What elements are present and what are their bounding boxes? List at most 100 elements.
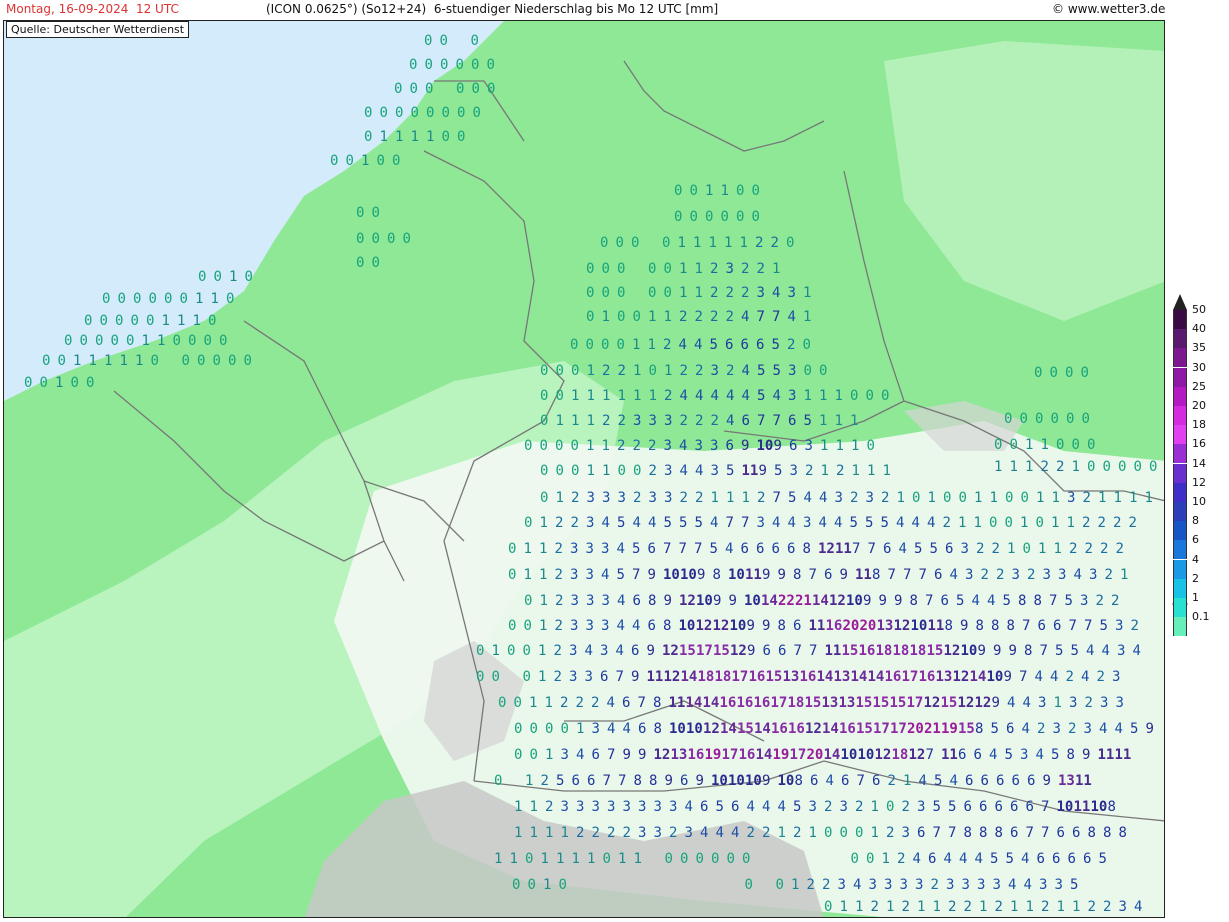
precip-value: 2 — [695, 490, 704, 506]
precip-value: 0 — [529, 721, 538, 737]
precip-value: 3 — [570, 593, 579, 609]
precip-value: 1 — [539, 541, 548, 557]
precip-value: 17 — [770, 695, 788, 711]
precip-value: 1 — [539, 593, 548, 609]
precip-value: 10 — [857, 747, 875, 763]
precip-value: 7 — [887, 567, 896, 583]
precip-value: 4 — [803, 490, 812, 506]
precip-value: 0 — [514, 721, 523, 737]
precip-value: 15 — [889, 695, 907, 711]
precip-value: 4 — [695, 388, 704, 404]
precip-value: 5 — [1005, 851, 1014, 867]
precip-value: 7 — [1041, 825, 1050, 841]
precip-value: 7 — [1022, 618, 1031, 634]
precip-value: 1 — [618, 851, 627, 867]
precip-value: 7 — [1025, 825, 1034, 841]
precip-value: 14 — [680, 669, 698, 685]
precip-value: 2 — [930, 877, 939, 893]
precip-value: 2 — [633, 490, 642, 506]
precip-value: 9 — [695, 773, 704, 789]
precip-value: 9 — [697, 567, 706, 583]
precip-value: 6 — [958, 747, 967, 763]
precip-value: 8 — [872, 567, 881, 583]
precip-value: 0 — [345, 153, 354, 169]
precip-value: 0 — [695, 851, 704, 867]
legend-top-arrow — [1173, 294, 1187, 310]
precip-value: 1 — [974, 490, 983, 506]
precip-value: 4 — [819, 490, 828, 506]
precip-value: 1 — [834, 388, 843, 404]
precip-value: 8 — [802, 541, 811, 557]
precip-value: 3 — [788, 363, 797, 379]
precip-value: 0 — [371, 255, 380, 271]
precip-value: 4 — [741, 388, 750, 404]
precip-value: 21 — [795, 593, 812, 609]
legend-tick-label: 35 — [1192, 341, 1206, 355]
precip-value: 5 — [932, 799, 941, 815]
precip-value: 0 — [865, 388, 874, 404]
precip-value: 7 — [757, 413, 766, 429]
precip-value: 10 — [840, 747, 858, 763]
precip-value: 4 — [1050, 669, 1059, 685]
precip-value: 3 — [837, 877, 846, 893]
precip-value: 3 — [653, 799, 662, 815]
precip-value: 2 — [991, 541, 1000, 557]
precip-value: 4 — [601, 567, 610, 583]
precip-value: 1 — [633, 851, 642, 867]
precip-value: 0 — [441, 129, 450, 145]
precip-value: 6 — [762, 643, 771, 659]
precip-value: 6 — [980, 773, 989, 789]
precip-value: 19 — [941, 721, 958, 737]
precip-value: 12 — [943, 643, 961, 659]
precip-value: 0 — [586, 261, 595, 277]
precip-value: 10 — [728, 773, 745, 789]
precip-value: 3 — [664, 413, 673, 429]
precip-value: 1 — [1066, 515, 1075, 531]
precip-value: 4 — [607, 721, 616, 737]
precip-value: 0 — [1149, 459, 1158, 475]
precip-value: 7 — [637, 695, 646, 711]
precip-value: 4 — [1086, 643, 1095, 659]
precip-value: 10 — [696, 593, 713, 609]
precip-value: 1 — [509, 851, 518, 867]
precip-value: 5 — [694, 515, 703, 531]
precip-value: 7 — [602, 773, 611, 789]
precip-value: 0 — [555, 438, 564, 454]
precip-value: 16 — [687, 747, 705, 763]
precip-value: 4 — [726, 388, 735, 404]
precip-value: 1 — [544, 695, 553, 711]
precip-value: 3 — [570, 567, 579, 583]
precip-value: 0 — [330, 153, 339, 169]
precip-value: 0 — [364, 105, 373, 121]
precip-value: 0 — [1081, 411, 1090, 427]
precip-value: 1 — [410, 129, 419, 145]
precip-value: 1 — [601, 438, 610, 454]
precip-value: 1 — [1007, 541, 1016, 557]
precip-value: 0 — [529, 747, 538, 763]
precip-value: 1 — [1113, 490, 1122, 506]
precip-value: 0 — [395, 105, 404, 121]
precip-value: 9 — [762, 618, 771, 634]
precip-value: 6 — [973, 747, 982, 763]
precip-value: 4 — [679, 463, 688, 479]
precip-value: 2 — [622, 825, 631, 841]
precip-value: 0 — [513, 695, 522, 711]
precip-value: 14 — [755, 747, 773, 763]
precip-value: 0 — [471, 81, 480, 97]
precip-value: 5 — [709, 541, 718, 557]
precip-value: 5 — [1130, 721, 1139, 737]
precip-value: 9 — [993, 643, 1002, 659]
precip-value: 1 — [379, 129, 388, 145]
precip-value: 0 — [571, 463, 580, 479]
precip-value: 13 — [1058, 773, 1075, 789]
precip-value: 17 — [731, 669, 749, 685]
precip-value: 9 — [1042, 773, 1051, 789]
precip-value: 1 — [529, 825, 538, 841]
precip-value: 1 — [1071, 459, 1080, 475]
precip-value: 1 — [850, 413, 859, 429]
precip-value: 7 — [1019, 669, 1028, 685]
precip-value: 4 — [615, 643, 624, 659]
precip-value: 3 — [788, 388, 797, 404]
precip-value: 18 — [892, 643, 910, 659]
legend-tick-label: 2 — [1192, 571, 1199, 585]
